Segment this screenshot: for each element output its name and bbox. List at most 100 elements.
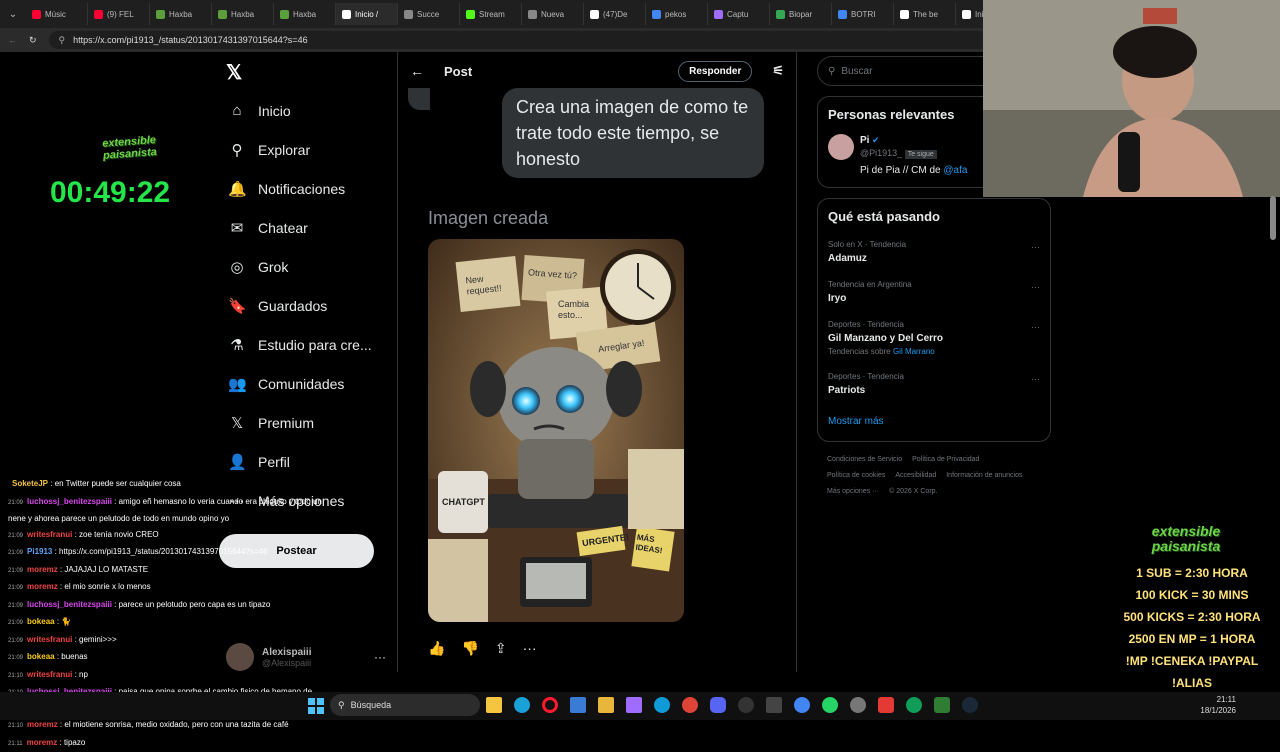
edge-icon[interactable] (514, 697, 530, 713)
chat-username[interactable]: SoketeJP (12, 479, 48, 488)
chrome-icon-2[interactable] (794, 697, 810, 713)
chat-username[interactable]: moremz (27, 738, 58, 747)
nav-item[interactable]: 👥Comunidades (220, 364, 390, 403)
trend-item[interactable]: Deportes · TendenciaPatriots··· (828, 372, 1040, 396)
browser-tab[interactable]: Captu (708, 3, 770, 25)
obs-icon[interactable] (738, 697, 754, 713)
robot-note-5: CHATGPT (442, 497, 485, 507)
chat-username[interactable]: writesfranui (27, 670, 72, 679)
nav-item[interactable]: ✉Chatear (220, 208, 390, 247)
back-arrow-icon[interactable]: ← (410, 63, 424, 79)
start-button[interactable] (308, 698, 324, 714)
browser-tab[interactable]: (47)De (584, 3, 646, 25)
thumbs-up-icon[interactable]: 👍 (428, 640, 445, 657)
folder-icon[interactable] (598, 697, 614, 713)
browser-tab[interactable]: Músic (26, 3, 88, 25)
page-scrollbar[interactable] (1270, 196, 1276, 240)
footer-link[interactable]: Información de anuncios (946, 468, 1022, 484)
footer-link[interactable]: Política de cookies (827, 468, 885, 484)
chat-username[interactable]: writesfranui (27, 530, 72, 539)
browser-icon[interactable] (654, 697, 670, 713)
tab-overview-button[interactable]: ⌄ (0, 3, 26, 25)
footer-link[interactable]: Más opciones ··· (827, 484, 879, 500)
chat-username[interactable]: luchossj_benitezspaiii (27, 497, 112, 506)
nav-item[interactable]: ⚗Estudio para cre... (220, 325, 390, 364)
taskbar-clock[interactable]: 21:11 18/1/2026 (1200, 694, 1236, 716)
nav-item[interactable]: ◎Grok (220, 247, 390, 286)
steam-icon[interactable] (962, 697, 978, 713)
settings-sliders-icon[interactable]: ⚟ (772, 63, 784, 79)
more-options-icon[interactable]: ··· (523, 640, 537, 657)
browser-tab[interactable]: pekos (646, 3, 708, 25)
chat-username[interactable]: moremz (27, 582, 58, 591)
file-explorer-icon[interactable] (486, 697, 502, 713)
browser-tab[interactable]: Haxba (274, 3, 336, 25)
search-placeholder: Buscar (841, 66, 872, 77)
share-icon[interactable]: ⇪ (495, 640, 507, 657)
chat-username[interactable]: moremz (27, 565, 58, 574)
chat-text: zoe tenía novio CREO (79, 530, 159, 539)
tab-favicon-icon (838, 10, 847, 19)
chat-text: el mio sonrie x lo menos (64, 582, 150, 591)
chat-username[interactable]: bokeaa (27, 617, 55, 626)
taskbar-search[interactable]: ⚲ Búsqueda (330, 694, 480, 716)
trend-extra-link[interactable]: Gil Marrano (893, 347, 935, 356)
site-info-icon[interactable]: ⚲ (59, 35, 66, 46)
nav-item[interactable]: ⌂Inicio (220, 91, 390, 130)
x-logo[interactable]: 𝕏 (226, 60, 242, 85)
generated-robot-image[interactable]: New request!! Otra vez tú? Cambia esto..… (428, 239, 684, 622)
show-more-link[interactable]: Mostrar más (828, 416, 1040, 427)
browser-tab[interactable]: Haxba (150, 3, 212, 25)
browser-tab[interactable]: BOTRI (832, 3, 894, 25)
chat-separator: : (48, 479, 55, 488)
chat-username[interactable]: luchossj_benitezspaiii (27, 600, 112, 609)
app-icon-dark[interactable] (934, 697, 950, 713)
footer-link[interactable]: Condiciones de Servicio (827, 452, 902, 468)
browser-tab[interactable]: The be (894, 3, 956, 25)
browser-tab[interactable]: (9) FEL (88, 3, 150, 25)
trend-more-icon[interactable]: ··· (1031, 322, 1040, 332)
promo-line: !MP !CENEKA !PAYPAL !ALIAS (1112, 650, 1272, 694)
nav-item[interactable]: ⚲Explorar (220, 130, 390, 169)
browser-tab[interactable]: Nueva (522, 3, 584, 25)
nav-item[interactable]: 🔔Notificaciones (220, 169, 390, 208)
browser-tab[interactable]: Stream (460, 3, 522, 25)
trend-more-icon[interactable]: ··· (1031, 374, 1040, 384)
terminal-icon[interactable] (766, 697, 782, 713)
chat-username[interactable]: Pi1913 (27, 547, 52, 556)
trend-item[interactable]: Tendencia en ArgentinaIryo··· (828, 280, 1040, 304)
app-icon-red[interactable] (878, 697, 894, 713)
chat-username[interactable]: writesfranui (27, 635, 72, 644)
capture-icon[interactable] (626, 697, 642, 713)
footer-link[interactable]: Accesibilidad (895, 468, 936, 484)
footer-link[interactable]: © 2026 X Corp. (889, 484, 937, 500)
whatsapp-icon[interactable] (822, 697, 838, 713)
store-icon[interactable] (570, 697, 586, 713)
premium-icon: 𝕏 (228, 414, 246, 432)
chrome-icon[interactable] (682, 697, 698, 713)
chat-username[interactable]: bokeaa (27, 652, 55, 661)
browser-tab[interactable]: Succe (398, 3, 460, 25)
trend-item[interactable]: Solo en X · TendenciaAdamuz··· (828, 240, 1040, 264)
browser-tab[interactable]: Biopar (770, 3, 832, 25)
opera-icon[interactable] (542, 697, 558, 713)
settings-icon[interactable] (850, 697, 866, 713)
trend-more-icon[interactable]: ··· (1031, 242, 1040, 252)
reload-icon[interactable]: ↻ (29, 35, 37, 46)
person-bio-link[interactable]: @afa (943, 165, 967, 176)
browser-tab[interactable]: Inicio / (336, 3, 398, 25)
footer-link[interactable]: Política de Privacidad (912, 452, 979, 468)
thumbs-down-icon[interactable]: 👎 (461, 640, 478, 657)
back-icon[interactable]: ← (8, 35, 17, 45)
nav-item[interactable]: 🔖Guardados (220, 286, 390, 325)
chat-username[interactable]: moremz (27, 720, 58, 729)
reply-button[interactable]: Responder (678, 61, 752, 82)
promo-line: 500 KICKS = 2:30 HORA (1112, 606, 1272, 628)
more-icon[interactable]: ··· (374, 650, 386, 664)
discord-icon[interactable] (710, 697, 726, 713)
chrome-icon-3[interactable] (906, 697, 922, 713)
trend-item[interactable]: Deportes · TendenciaGil Manzano y Del Ce… (828, 320, 1040, 356)
browser-tab[interactable]: Haxba (212, 3, 274, 25)
nav-item[interactable]: 𝕏Premium (220, 403, 390, 442)
trend-more-icon[interactable]: ··· (1031, 282, 1040, 292)
